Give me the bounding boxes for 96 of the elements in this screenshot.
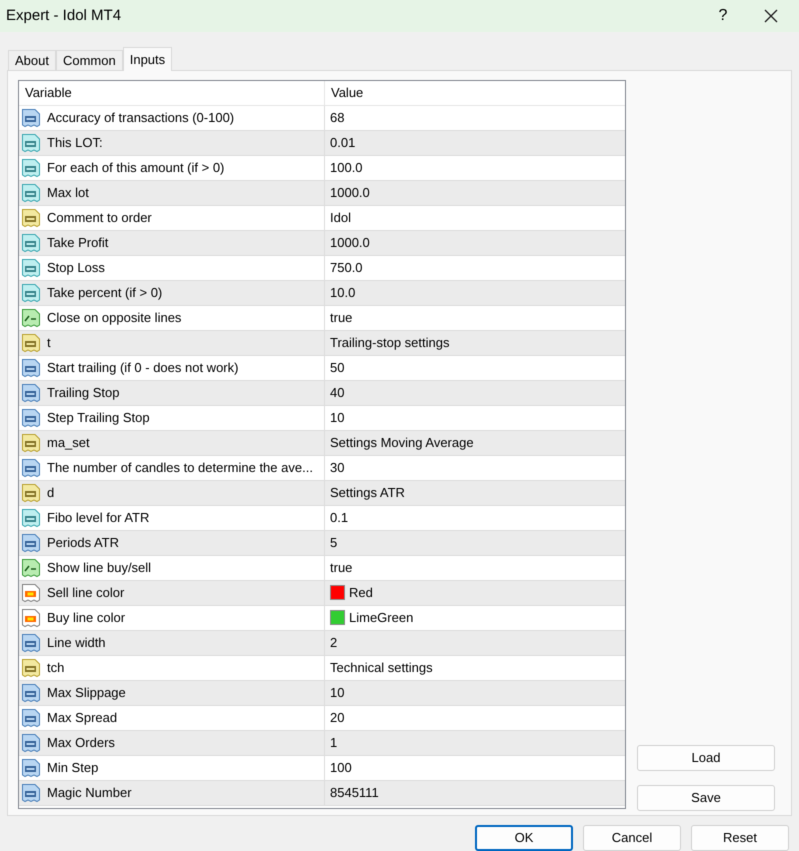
dialog-button[interactable]: OK: [475, 825, 573, 851]
table-cell[interactable]: 100.0: [330, 158, 363, 178]
table-cell-text: Buy line color: [47, 609, 126, 628]
table-cell-text: Magic Number: [47, 784, 132, 802]
table-cell-text: ma_set: [47, 434, 90, 452]
table-cell-text: Periods ATR: [47, 534, 120, 552]
table-cell[interactable]: 10: [330, 683, 344, 703]
string-type-icon: [21, 332, 41, 353]
int-type-icon: [21, 108, 41, 128]
table-cell-text: Accuracy of transactions (0-100): [47, 109, 234, 128]
table-cell-text: For each of this amount (if > 0): [47, 159, 224, 178]
table-cell[interactable]: 1000.0: [330, 183, 370, 203]
table-cell[interactable]: Red: [349, 583, 373, 603]
double-type-icon: [21, 232, 41, 253]
tab[interactable]: About: [8, 50, 56, 70]
close-icon: [764, 9, 778, 23]
table-cell[interactable]: 10: [330, 408, 344, 428]
table-cell[interactable]: true: [330, 558, 352, 578]
table-cell[interactable]: 30: [330, 458, 344, 478]
table-cell[interactable]: 5: [330, 533, 338, 553]
side-button[interactable]: Save: [637, 785, 775, 811]
double-type-icon: [21, 508, 41, 528]
table-cell-text: Max lot: [47, 184, 89, 202]
table-cell-text: Sell line color: [47, 584, 124, 602]
table-cell-text: Comment to order: [47, 209, 152, 228]
table-cell[interactable]: 10.0: [330, 283, 356, 303]
table-cell-text: Max Orders: [47, 734, 115, 752]
table-cell[interactable]: 1000.0: [330, 233, 370, 253]
string-type-icon: [21, 208, 41, 228]
double-type-icon: [21, 258, 41, 278]
table-cell[interactable]: 50: [330, 358, 344, 378]
table-cell[interactable]: Technical settings: [330, 658, 433, 678]
string-type-icon: [21, 658, 41, 678]
table-cell-text: t: [47, 334, 51, 352]
table-cell-text: This LOT:: [47, 134, 103, 152]
int-type-icon: [21, 732, 41, 753]
table-cell[interactable]: 2: [330, 633, 338, 653]
table-cell[interactable]: true: [330, 308, 352, 328]
tab[interactable]: Inputs: [122, 46, 172, 71]
double-type-icon: [21, 158, 41, 178]
table-cell-text: The number of candles to determine the ave...: [47, 459, 313, 478]
dialog-button[interactable]: Reset: [691, 825, 789, 851]
double-type-icon: [21, 282, 41, 303]
column-header[interactable]: Variable: [19, 80, 325, 105]
table-cell-text: Trailing Stop: [47, 384, 120, 402]
table-cell[interactable]: 0.01: [330, 133, 356, 153]
table-cell-text: Max Spread: [47, 709, 118, 728]
table-cell-text: tch: [47, 659, 64, 678]
int-type-icon: [21, 408, 41, 428]
bool-type-icon: [21, 558, 41, 578]
color-type-icon: [21, 582, 41, 603]
table-cell-text: Step Trailing Stop: [47, 409, 150, 428]
table-cell[interactable]: 40: [330, 383, 344, 403]
table-cell[interactable]: 1: [330, 733, 338, 753]
table-cell[interactable]: Trailing-stop settings: [330, 333, 450, 353]
table-cell-text: Start trailing (if 0 - does not work): [47, 359, 238, 378]
table-cell[interactable]: 68: [330, 108, 344, 128]
int-type-icon: [21, 758, 41, 778]
dialog-button[interactable]: Cancel: [583, 825, 681, 851]
table-cell-text: Take Profit: [47, 234, 108, 252]
table-cell[interactable]: 20: [330, 708, 344, 728]
tab[interactable]: Common: [56, 50, 123, 70]
int-type-icon: [21, 782, 41, 803]
int-type-icon: [21, 532, 41, 553]
table-cell-text: Line width: [47, 634, 106, 652]
table-cell[interactable]: Settings Moving Average: [330, 433, 474, 453]
table-cell-text: Min Step: [47, 759, 98, 778]
window-title: Expert - Idol MT4: [6, 6, 122, 26]
table-cell-text: Show line buy/sell: [47, 559, 152, 578]
int-type-icon: [21, 382, 41, 403]
double-type-icon: [21, 132, 41, 153]
table-cell[interactable]: Idol: [330, 208, 351, 228]
column-header[interactable]: Value: [325, 80, 625, 105]
int-type-icon: [21, 632, 41, 653]
help-button[interactable]: ?: [703, 0, 743, 32]
string-type-icon: [21, 432, 41, 453]
int-type-icon: [21, 458, 41, 478]
table-cell-text: Stop Loss: [47, 259, 105, 278]
int-type-icon: [21, 682, 41, 703]
side-button[interactable]: Load: [637, 745, 775, 771]
table-cell[interactable]: 750.0: [330, 258, 363, 278]
table-cell[interactable]: 100: [330, 758, 352, 778]
table-cell-text: Max Slippage: [47, 684, 126, 702]
table-cell[interactable]: LimeGreen: [349, 608, 414, 628]
table-cell[interactable]: 8545111: [330, 783, 379, 803]
double-type-icon: [21, 182, 41, 203]
table-cell-text: Take percent (if > 0): [47, 284, 162, 302]
bool-type-icon: [21, 308, 41, 328]
string-type-icon: [21, 482, 41, 503]
table-cell-text: d: [47, 484, 54, 502]
table-cell[interactable]: Settings ATR: [330, 483, 405, 503]
table-cell-text: Close on opposite lines: [47, 309, 182, 328]
table-cell-text: Fibo level for ATR: [47, 509, 150, 528]
int-type-icon: [21, 708, 41, 728]
int-type-icon: [21, 358, 41, 378]
table-cell[interactable]: 0.1: [330, 508, 348, 528]
